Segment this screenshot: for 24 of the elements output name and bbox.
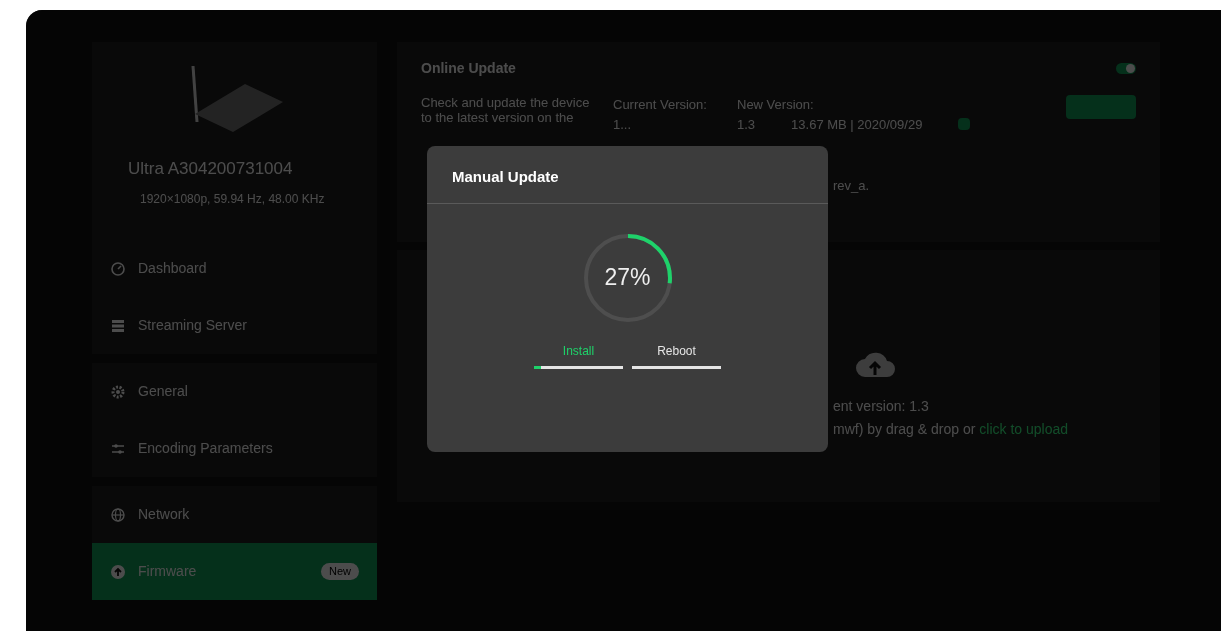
sidebar-label: Streaming Server: [138, 316, 248, 335]
sidebar-label: Encoding Parameters: [138, 439, 274, 458]
note-text: rev_a.: [833, 177, 870, 195]
sidebar-label: Dashboard: [138, 259, 208, 278]
description-text: to the latest version on the: [421, 110, 575, 125]
step-label: Reboot: [657, 342, 696, 360]
step-label: Install: [562, 342, 595, 360]
field-label: New Version:: [737, 96, 815, 114]
upload-link[interactable]: click to upload: [979, 421, 1068, 437]
progress-percent: 27%: [604, 263, 651, 293]
field-value: 1...: [613, 115, 633, 134]
field-value: 1.3: [737, 115, 756, 134]
device-name: Ultra A304200731004: [127, 158, 293, 180]
file-info: 13.67 MB | 2020/09/29: [791, 115, 923, 134]
description-text: Check and update the device: [421, 95, 591, 110]
field-label: Current Version:: [613, 96, 708, 114]
signal-info: 1920×1080p, 59.94 Hz, 48.00 KHz: [139, 190, 325, 208]
upload-hint: mwf) by drag & drop or click to upload: [833, 420, 1068, 439]
sidebar-label: Network: [138, 505, 191, 524]
sidebar-label: Firmware: [138, 562, 198, 581]
dialog-title: Manual Update: [427, 146, 828, 204]
version-text: ent version: 1.3: [833, 397, 929, 416]
sidebar-label: General: [138, 382, 189, 401]
section-title: Online Update: [421, 59, 516, 78]
